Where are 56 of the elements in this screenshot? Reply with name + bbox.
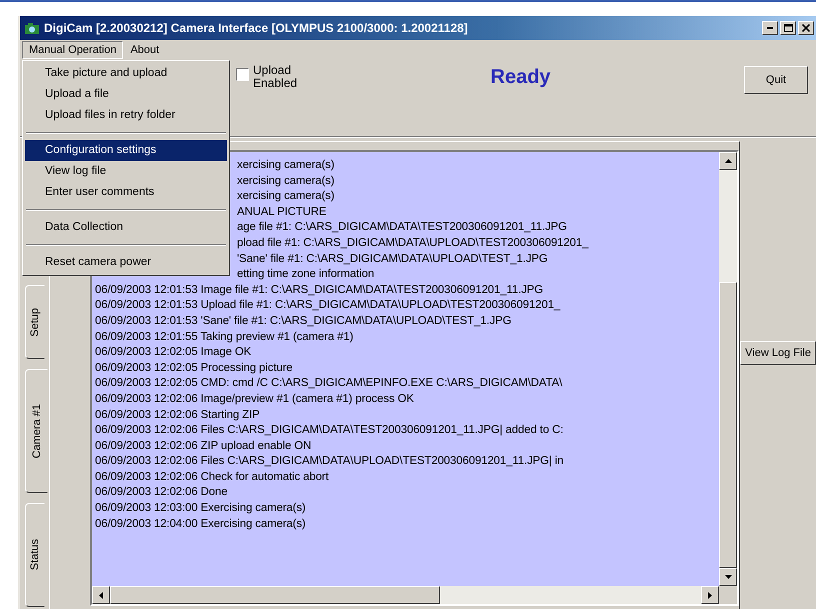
view-log-file-button[interactable]: View Log File <box>740 341 816 365</box>
right-arrow-icon <box>708 592 712 598</box>
log-line: 06/09/2003 12:01:53 'Sane' file #1: C:\ARS_DIGICAM\DATA\UPLOAD\TEST_1.JPG <box>94 314 512 327</box>
log-line: xercising camera(s) <box>236 159 334 171</box>
log-line: 06/09/2003 12:02:06 Files C:\ARS_DIGICAM\DATA\UPLOAD\TEST200306091201_11.JPG| in <box>94 455 564 468</box>
minimize-button[interactable] <box>762 21 778 35</box>
left-arrow-icon <box>98 592 103 598</box>
status-text: Ready <box>490 65 552 89</box>
maximize-button[interactable] <box>780 21 796 35</box>
log-line: etting time zone information <box>236 268 374 280</box>
menu-item[interactable]: Data Collection <box>25 217 227 238</box>
horizontal-scrollbar[interactable] <box>92 586 720 604</box>
quit-button[interactable]: Quit <box>744 66 808 94</box>
log-line: xercising camera(s) <box>236 174 334 187</box>
menu-item[interactable]: Manual Operation <box>22 41 124 59</box>
tab[interactable]: Setup <box>25 285 45 359</box>
log-line: xercising camera(s) <box>236 190 334 202</box>
window-title: DigiCam [2.20030212] Camera Interface [OLYMPUS 2100/3000: 1.20021128] <box>44 21 469 35</box>
tab[interactable]: Status <box>25 503 45 607</box>
close-button[interactable] <box>798 21 814 35</box>
up-arrow-icon <box>724 159 732 163</box>
down-arrow-icon <box>724 575 732 579</box>
log-line: 06/09/2003 12:01:53 Image file #1: C:\ARS_DIGICAM\DATA\TEST200306091201_11.JPG <box>94 284 544 296</box>
log-line: 'Sane' file #1: C:\ARS_DIGICAM\DATA\UPLOAD\TEST_1.JPG <box>236 252 548 265</box>
menu-item[interactable]: Upload files in retry folder <box>25 105 227 126</box>
menu-item[interactable]: Take picture and upload <box>25 63 227 84</box>
log-line: 06/09/2003 12:01:53 Upload file #1: C:\ARS_DIGICAM\DATA\UPLOAD\TEST200306091201_ <box>94 299 560 312</box>
log-line: age file #1: C:\ARS_DIGICAM\DATA\TEST200306091201_11.JPG <box>236 221 567 234</box>
checkbox-label: Upload Enabled <box>253 64 298 90</box>
vertical-scrollbar[interactable] <box>719 152 738 586</box>
menu-item[interactable]: View log file <box>25 161 227 182</box>
upload-checkbox[interactable] <box>236 68 249 81</box>
log-line: 06/09/2003 12:02:06 Starting ZIP <box>94 408 260 420</box>
minimize-icon <box>767 27 773 29</box>
log-line: 06/09/2003 12:02:06 Done <box>94 486 228 498</box>
log-line: 06/09/2003 12:02:05 Image OK <box>94 346 252 358</box>
log-line: 06/09/2003 12:03:00 Exercising camera(s) <box>94 502 306 514</box>
log-line: 06/09/2003 12:04:00 Exercising camera(s) <box>94 518 306 530</box>
log-line: 06/09/2003 12:02:06 Files C:\ARS_DIGICAM\DATA\TEST200306091201_11.JPG| added to C: <box>94 424 564 436</box>
log-line: 06/09/2003 12:02:06 Image/preview #1 (camera #1) process OK <box>94 392 414 405</box>
menu-item[interactable]: Reset camera power <box>25 252 227 273</box>
log-line: 06/09/2003 12:02:05 Processing picture <box>94 362 293 374</box>
log-line: 06/09/2003 12:01:55 Taking preview #1 (camera #1) <box>94 330 354 343</box>
close-icon <box>802 24 810 32</box>
camera-icon <box>24 20 40 36</box>
tab[interactable]: Camera #1 <box>25 369 48 493</box>
log-line: 06/09/2003 12:02:05 CMD: cmd /C C:\ARS_DIGICAM\EPINFO.EXE C:\ARS_DIGICAM\DATA\ <box>94 377 562 390</box>
log-line: 06/09/2003 12:02:06 ZIP upload enable ON <box>94 440 312 452</box>
log-line: ANUAL PICTURE <box>236 206 326 218</box>
menu-item[interactable]: Upload a file <box>25 84 227 105</box>
log-line: pload file #1: C:\ARS_DIGICAM\DATA\UPLOAD\TEST200306091201_ <box>236 236 588 249</box>
menu-item[interactable]: About <box>123 41 166 59</box>
menu-item[interactable]: Enter user comments <box>25 182 227 203</box>
menu-item[interactable]: Configuration settings <box>25 140 227 161</box>
log-line: 06/09/2003 12:02:06 Check for automatic abort <box>94 470 329 483</box>
maximize-icon <box>784 24 792 32</box>
